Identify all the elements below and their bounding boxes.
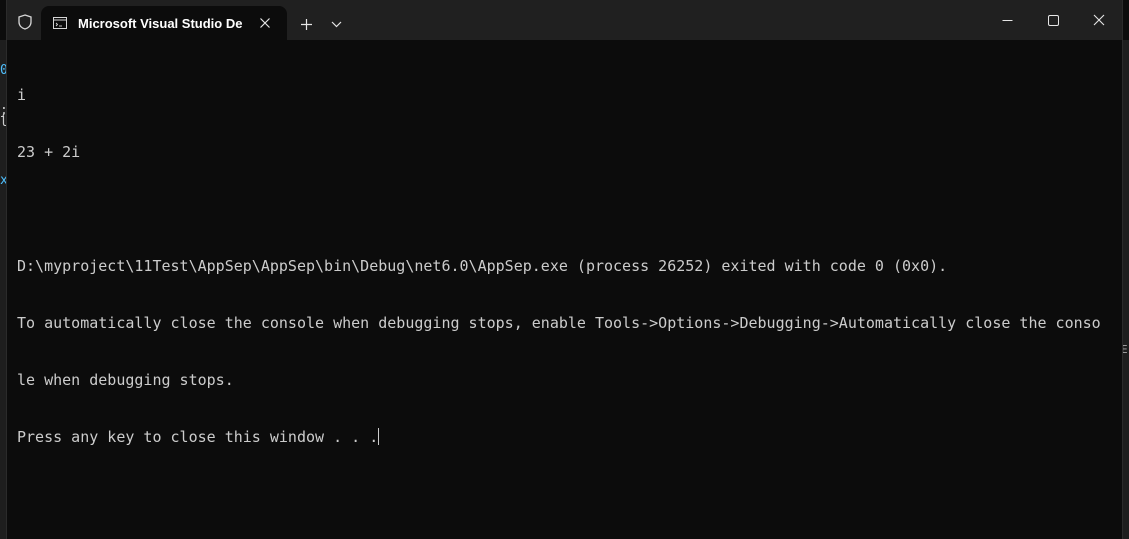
maximize-button[interactable] [1030, 0, 1076, 40]
shield-icon[interactable] [18, 14, 32, 30]
plus-icon [300, 18, 312, 30]
close-window-button[interactable] [1076, 0, 1122, 40]
terminal-output[interactable]: i 23 + 2i D:\myproject\11Test\AppSep\App… [17, 48, 1112, 485]
terminal-line: le when debugging stops. [17, 371, 234, 389]
terminal-line: i [17, 86, 27, 104]
close-icon [260, 18, 270, 28]
chevron-down-icon [331, 21, 341, 27]
maximize-icon [1047, 14, 1059, 26]
tab-close-button[interactable] [257, 15, 273, 31]
terminal-window: Microsoft Visual Studio Debug Console [6, 0, 1123, 539]
terminal-line: Press any key to close this window . . . [17, 428, 379, 446]
title-bar[interactable]: Microsoft Visual Studio Debug Console [7, 0, 1122, 40]
tab-title: Microsoft Visual Studio Debug Console [78, 15, 242, 31]
tab-debug-console[interactable]: Microsoft Visual Studio Debug Console [41, 6, 287, 40]
minimize-icon [1002, 19, 1012, 21]
prompt-line: Press any key to close this window . . . [17, 428, 1112, 447]
minimize-button[interactable] [984, 0, 1030, 40]
new-tab-button[interactable] [291, 10, 321, 38]
tab-dropdown-button[interactable] [322, 10, 350, 38]
console-app-icon [53, 17, 67, 29]
close-icon [1093, 14, 1105, 26]
terminal-line: D:\myproject\11Test\AppSep\AppSep\bin\De… [17, 257, 948, 275]
terminal-line: 23 + 2i [17, 143, 81, 161]
terminal-line: To automatically close the console when … [17, 314, 1101, 332]
text-cursor [378, 428, 380, 445]
